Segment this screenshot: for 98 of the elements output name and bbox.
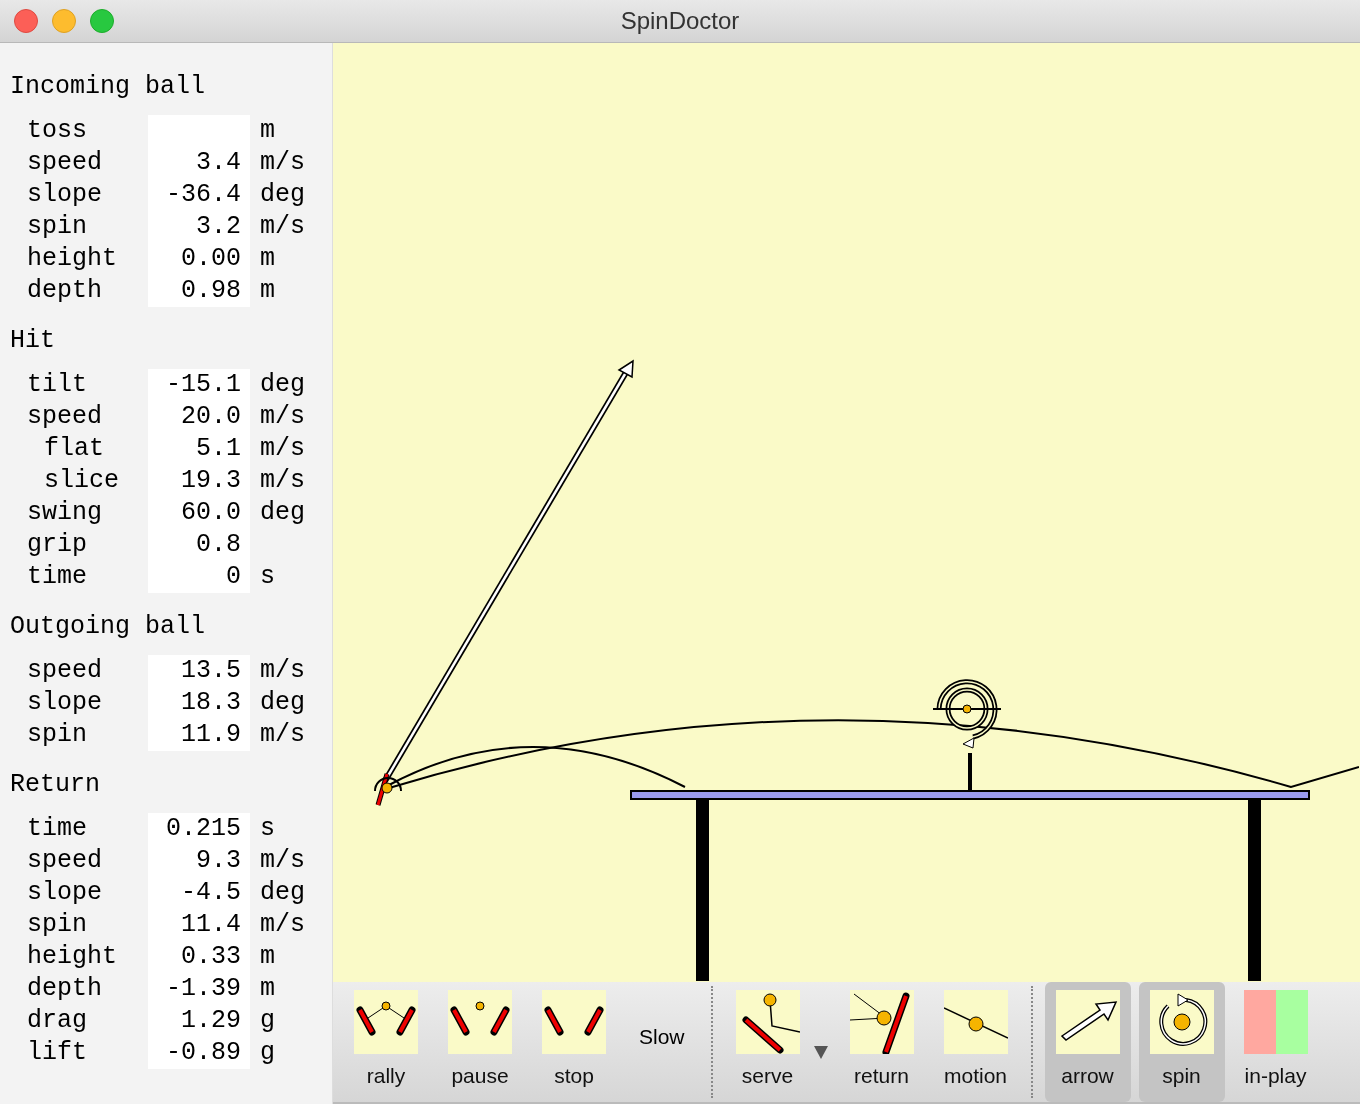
value-field[interactable]: 0.215 (148, 813, 250, 845)
parameter-label: swing (26, 497, 103, 529)
rally-toolbar-button[interactable]: rally (343, 982, 429, 1102)
return-toolbar-button[interactable]: return (838, 982, 925, 1102)
motion-toolbar-button[interactable]: motion (932, 982, 1019, 1102)
arrow-toolbar-button[interactable]: arrow (1044, 982, 1131, 1102)
value-field[interactable]: 9.3 (148, 845, 250, 877)
value-field[interactable]: 60.0 (148, 497, 250, 529)
value-field[interactable]: 0.8 (148, 529, 250, 561)
parameter-label: slope (26, 179, 103, 211)
parameter-label: spin (26, 719, 88, 751)
unit-label: deg (259, 369, 306, 401)
serve-icon (735, 990, 800, 1054)
spin-toolbar-button[interactable]: spin (1138, 982, 1225, 1102)
return-icon (849, 990, 914, 1054)
value-field[interactable]: -36.4 (148, 179, 250, 211)
parameter-label: tilt (26, 369, 88, 401)
parameter-label: spin (26, 909, 88, 941)
unit-label: g (259, 1005, 276, 1037)
unit-label: deg (259, 687, 306, 719)
unit-label: m/s (259, 909, 306, 941)
unit-label: m (259, 115, 276, 147)
value-field[interactable]: -1.39 (148, 973, 250, 1005)
value-field[interactable]: 1.29 (148, 1005, 250, 1037)
parameter-label: lift (26, 1037, 88, 1069)
unit-label: m/s (259, 465, 306, 497)
parameter-label: height (26, 243, 118, 275)
dropdown-caret-icon[interactable] (812, 1044, 829, 1060)
unit-label: m/s (259, 845, 306, 877)
in-play-toolbar-button[interactable]: in-play (1232, 982, 1319, 1102)
parameter-label: speed (26, 655, 103, 687)
parameter-label: height (26, 941, 118, 973)
unit-label: s (259, 813, 276, 845)
window-title: SpinDoctor (620, 7, 740, 34)
value-field[interactable]: 0.98 (148, 275, 250, 307)
unit-label: deg (259, 877, 306, 909)
value-field[interactable]: 3.2 (148, 211, 250, 243)
spin-spiral-drawing (932, 679, 1002, 749)
parameter-label: depth (26, 973, 103, 1005)
value-field[interactable]: 20.0 (148, 401, 250, 433)
unit-label: m/s (259, 433, 306, 465)
section-heading: Incoming ball (10, 71, 207, 103)
parameter-label: speed (26, 147, 103, 179)
unit-label: s (259, 561, 276, 593)
in-play-swatch-icon (1243, 990, 1308, 1054)
unit-label: m (259, 973, 276, 1005)
value-field[interactable]: 0.00 (148, 243, 250, 275)
unit-label: m (259, 275, 276, 307)
unit-label: m/s (259, 719, 306, 751)
minimize-button[interactable] (52, 9, 76, 33)
value-field[interactable]: 13.5 (148, 655, 250, 687)
unit-label: m (259, 941, 276, 973)
spin-icon (1149, 990, 1214, 1054)
parameter-label: slope (26, 687, 103, 719)
parameter-label: speed (26, 845, 103, 877)
value-field[interactable]: 19.3 (148, 465, 250, 497)
parameter-label: drag (26, 1005, 88, 1037)
value-field[interactable]: -0.89 (148, 1037, 250, 1069)
bat-ball-drawing (374, 773, 402, 806)
parameter-label: time (26, 561, 88, 593)
unit-label: m/s (259, 655, 306, 687)
unit-label: m (259, 243, 276, 275)
unit-label: m/s (259, 147, 306, 179)
net-post (968, 753, 972, 791)
parameter-label: slice (43, 465, 120, 497)
value-field[interactable]: 11.4 (148, 909, 250, 941)
value-field[interactable]: 0.33 (148, 941, 250, 973)
value-field[interactable]: -4.5 (148, 877, 250, 909)
close-button[interactable] (14, 9, 38, 33)
parameter-label: time (26, 813, 88, 845)
parameter-label: speed (26, 401, 103, 433)
serve-toolbar-button[interactable]: serve (724, 982, 831, 1102)
value-field[interactable]: -15.1 (148, 369, 250, 401)
unit-label: m/s (259, 401, 306, 433)
stop-toolbar-button[interactable]: stop (531, 982, 617, 1102)
value-field[interactable]: 11.9 (148, 719, 250, 751)
value-field[interactable]: 5.1 (148, 433, 250, 465)
parameter-label: spin (26, 211, 88, 243)
parameter-label: toss (26, 115, 88, 147)
unit-label: deg (259, 497, 306, 529)
bats-icon (542, 990, 606, 1054)
motion-icon (943, 990, 1008, 1054)
value-field[interactable]: 18.3 (148, 687, 250, 719)
parameter-label: depth (26, 275, 103, 307)
parameter-label: grip (26, 529, 88, 561)
section-heading: Hit (10, 325, 56, 357)
unit-label: deg (259, 179, 306, 211)
speed-label: Slow (638, 1025, 686, 1049)
zoom-button[interactable] (90, 9, 114, 33)
parameter-label: flat (43, 433, 105, 465)
unit-label: m/s (259, 211, 306, 243)
value-field[interactable]: 3.4 (148, 147, 250, 179)
section-heading: Outgoing ball (10, 611, 207, 643)
parameter-label: slope (26, 877, 103, 909)
unit-label: g (259, 1037, 276, 1069)
section-heading: Return (10, 769, 101, 801)
pause-toolbar-button[interactable]: pause (437, 982, 523, 1102)
value-field[interactable]: 0 (148, 561, 250, 593)
